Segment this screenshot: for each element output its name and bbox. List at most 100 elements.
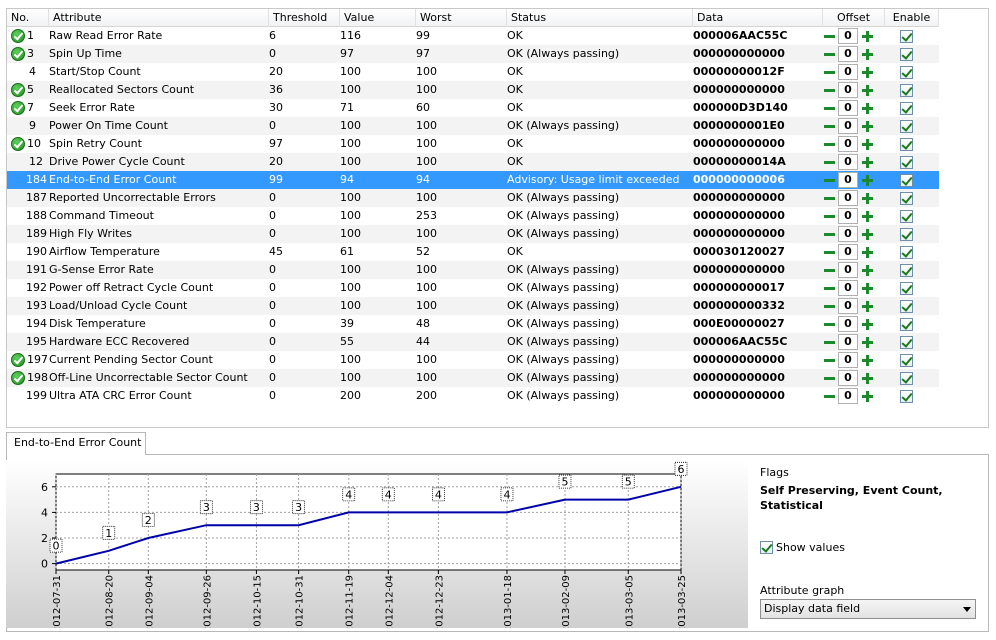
offset-decrease-button[interactable] — [823, 372, 836, 385]
col-header-no[interactable]: No. — [7, 9, 49, 27]
table-row[interactable]: 190 Airflow Temperature 45 61 52 OK 0000301200… — [7, 243, 939, 261]
enable-checkbox[interactable] — [900, 336, 913, 349]
offset-input[interactable]: 0 — [838, 280, 858, 296]
tab-end-to-end-error-count[interactable]: End-to-End Error Count — [6, 432, 146, 455]
offset-increase-button[interactable] — [861, 300, 874, 313]
enable-checkbox[interactable] — [900, 264, 913, 277]
offset-decrease-button[interactable] — [823, 30, 836, 43]
offset-decrease-button[interactable] — [823, 192, 836, 205]
offset-increase-button[interactable] — [861, 336, 874, 349]
offset-input[interactable]: 0 — [838, 208, 858, 224]
enable-checkbox[interactable] — [900, 48, 913, 61]
offset-decrease-button[interactable] — [823, 300, 836, 313]
offset-increase-button[interactable] — [861, 102, 874, 115]
offset-increase-button[interactable] — [861, 390, 874, 403]
offset-increase-button[interactable] — [861, 156, 874, 169]
table-row[interactable]: 5 Reallocated Sectors Count 36 100 100 OK 0000… — [7, 81, 939, 99]
offset-increase-button[interactable] — [861, 120, 874, 133]
table-row[interactable]: 197 Current Pending Sector Count 0 100 100 OK… — [7, 351, 939, 369]
offset-input[interactable]: 0 — [838, 46, 858, 62]
offset-decrease-button[interactable] — [823, 390, 836, 403]
col-header-threshold[interactable]: Threshold — [269, 9, 340, 27]
offset-input[interactable]: 0 — [838, 118, 858, 134]
offset-input[interactable]: 0 — [838, 316, 858, 332]
offset-decrease-button[interactable] — [823, 228, 836, 241]
offset-increase-button[interactable] — [861, 30, 874, 43]
table-row[interactable]: 184 End-to-End Error Count 99 94 94 Advisory:… — [7, 171, 939, 189]
offset-input[interactable]: 0 — [838, 136, 858, 152]
offset-decrease-button[interactable] — [823, 156, 836, 169]
offset-input[interactable]: 0 — [838, 28, 858, 44]
offset-increase-button[interactable] — [861, 264, 874, 277]
enable-checkbox[interactable] — [900, 66, 913, 79]
table-row[interactable]: 188 Command Timeout 0 100 253 OK (Always pass… — [7, 207, 939, 225]
offset-decrease-button[interactable] — [823, 174, 836, 187]
table-row[interactable]: 1 Raw Read Error Rate 6 116 99 OK 000006AAC55C… — [7, 27, 939, 45]
offset-increase-button[interactable] — [861, 66, 874, 79]
table-row[interactable]: 10 Spin Retry Count 97 100 100 OK 000000000000… — [7, 135, 939, 153]
offset-increase-button[interactable] — [861, 282, 874, 295]
offset-decrease-button[interactable] — [823, 120, 836, 133]
enable-checkbox[interactable] — [900, 210, 913, 223]
enable-checkbox[interactable] — [900, 120, 913, 133]
show-values-check[interactable] — [760, 541, 773, 554]
offset-increase-button[interactable] — [861, 228, 874, 241]
offset-input[interactable]: 0 — [838, 244, 858, 260]
attribute-graph-dropdown[interactable]: Display data field — [760, 599, 976, 619]
offset-decrease-button[interactable] — [823, 210, 836, 223]
offset-increase-button[interactable] — [861, 192, 874, 205]
enable-checkbox[interactable] — [900, 30, 913, 43]
offset-decrease-button[interactable] — [823, 246, 836, 259]
offset-decrease-button[interactable] — [823, 84, 836, 97]
enable-checkbox[interactable] — [900, 390, 913, 403]
enable-checkbox[interactable] — [900, 282, 913, 295]
offset-decrease-button[interactable] — [823, 138, 836, 151]
col-header-value[interactable]: Value — [340, 9, 416, 27]
offset-decrease-button[interactable] — [823, 48, 836, 61]
enable-checkbox[interactable] — [900, 174, 913, 187]
col-header-attribute[interactable]: Attribute — [49, 9, 269, 27]
enable-checkbox[interactable] — [900, 156, 913, 169]
offset-input[interactable]: 0 — [838, 334, 858, 350]
offset-input[interactable]: 0 — [838, 388, 858, 404]
table-row[interactable]: 198 Off-Line Uncorrectable Sector Count 0 1… — [7, 369, 939, 387]
offset-input[interactable]: 0 — [838, 82, 858, 98]
offset-decrease-button[interactable] — [823, 354, 836, 367]
table-row[interactable]: 7 Seek Error Rate 30 71 60 OK 000000D3D140 0 — [7, 99, 939, 117]
offset-decrease-button[interactable] — [823, 318, 836, 331]
enable-checkbox[interactable] — [900, 228, 913, 241]
offset-decrease-button[interactable] — [823, 264, 836, 277]
table-row[interactable]: 195 Hardware ECC Recovered 0 55 44 OK (Always… — [7, 333, 939, 351]
table-row[interactable]: 12 Drive Power Cycle Count 20 100 100 OK 00000… — [7, 153, 939, 171]
offset-input[interactable]: 0 — [838, 226, 858, 242]
col-header-data[interactable]: Data — [693, 9, 823, 27]
enable-checkbox[interactable] — [900, 246, 913, 259]
offset-input[interactable]: 0 — [838, 352, 858, 368]
table-row[interactable]: 193 Load/Unload Cycle Count 0 100 100 OK (Alw… — [7, 297, 939, 315]
offset-input[interactable]: 0 — [838, 64, 858, 80]
offset-decrease-button[interactable] — [823, 66, 836, 79]
offset-input[interactable]: 0 — [838, 100, 858, 116]
table-row[interactable]: 199 Ultra ATA CRC Error Count 0 200 200 OK (A… — [7, 387, 939, 405]
offset-input[interactable]: 0 — [838, 370, 858, 386]
table-row[interactable]: 9 Power On Time Count 0 100 100 OK (Always pa… — [7, 117, 939, 135]
col-header-worst[interactable]: Worst — [416, 9, 507, 27]
enable-checkbox[interactable] — [900, 192, 913, 205]
table-row[interactable]: 4 Start/Stop Count 20 100 100 OK 00000000012F 0 — [7, 63, 939, 81]
table-row[interactable]: 187 Reported Uncorrectable Errors 0 100 100 O… — [7, 189, 939, 207]
offset-input[interactable]: 0 — [838, 190, 858, 206]
table-row[interactable]: 189 High Fly Writes 0 100 100 OK (Always pass… — [7, 225, 939, 243]
offset-increase-button[interactable] — [861, 174, 874, 187]
offset-increase-button[interactable] — [861, 84, 874, 97]
offset-input[interactable]: 0 — [838, 154, 858, 170]
offset-decrease-button[interactable] — [823, 282, 836, 295]
enable-checkbox[interactable] — [900, 354, 913, 367]
offset-increase-button[interactable] — [861, 210, 874, 223]
enable-checkbox[interactable] — [900, 102, 913, 115]
enable-checkbox[interactable] — [900, 84, 913, 97]
offset-increase-button[interactable] — [861, 48, 874, 61]
offset-increase-button[interactable] — [861, 246, 874, 259]
enable-checkbox[interactable] — [900, 372, 913, 385]
table-row[interactable]: 194 Disk Temperature 0 39 48 OK (Always passi… — [7, 315, 939, 333]
enable-checkbox[interactable] — [900, 318, 913, 331]
